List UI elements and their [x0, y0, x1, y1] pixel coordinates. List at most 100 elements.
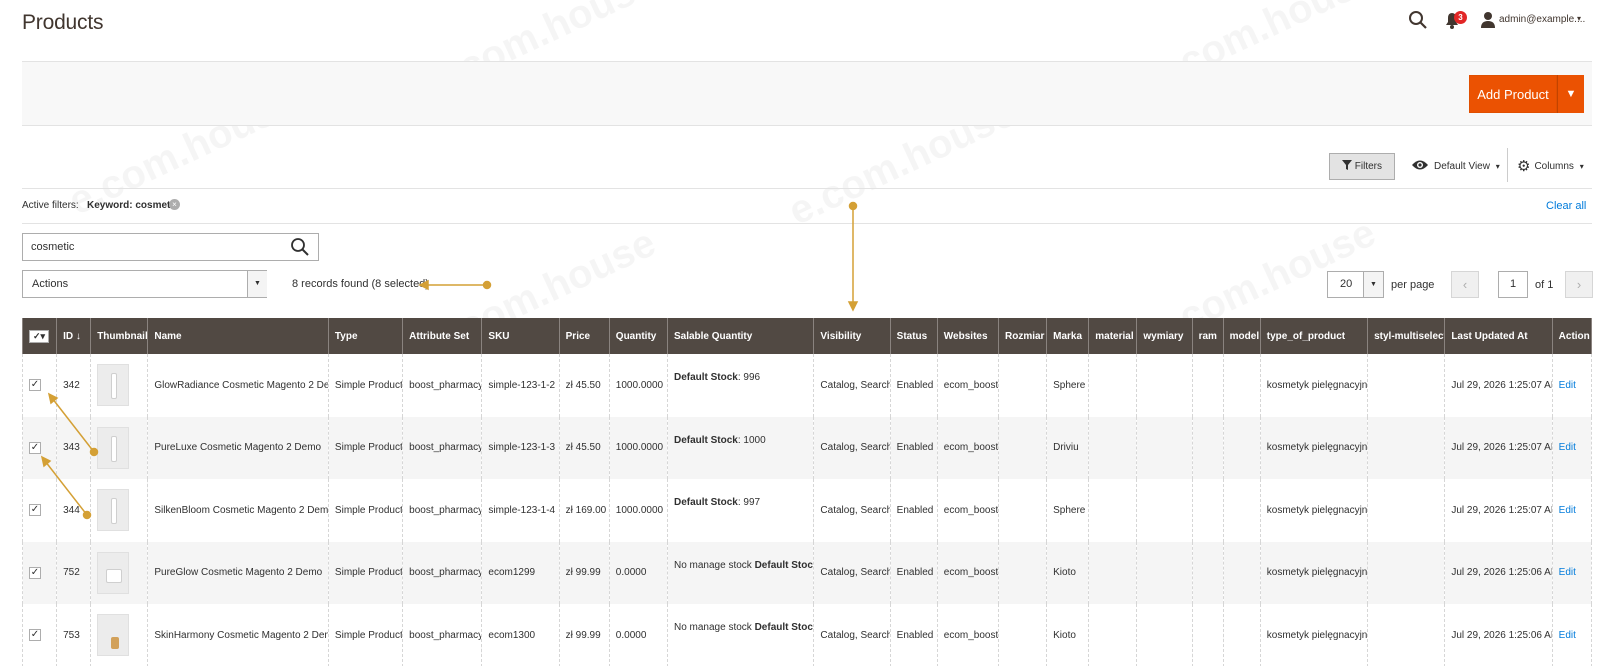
mass-actions-select[interactable]: Actions ▼ — [22, 270, 267, 298]
cell-status: Enabled — [889, 541, 938, 604]
edit-link[interactable]: Edit — [1559, 380, 1576, 391]
salable-value: : 997 — [737, 497, 761, 508]
column-header-attribute-set[interactable]: Attribute Set — [402, 318, 483, 354]
product-image — [111, 637, 120, 650]
previous-page-button[interactable]: ‹ — [1451, 271, 1479, 298]
per-page-select[interactable]: 20 ▼ — [1327, 271, 1384, 298]
clear-all-link[interactable]: Clear all — [1546, 200, 1586, 212]
column-header-thumbnail[interactable]: Thumbnail — [90, 318, 149, 354]
columns-switcher[interactable]: ⚙ Columns ▾ — [1517, 157, 1584, 177]
column-header-name[interactable]: Name — [147, 318, 329, 354]
cell-wymiary — [1136, 479, 1193, 542]
search-icon[interactable] — [1408, 10, 1428, 30]
column-header-price[interactable]: Price — [558, 318, 610, 354]
annotation-arrow — [847, 201, 859, 312]
column-header-rozmiar[interactable]: Rozmiar — [997, 318, 1048, 354]
user-menu[interactable]: admin@example.... — [1499, 14, 1585, 25]
row-checkbox-cell[interactable]: ✓ — [21, 354, 58, 417]
column-header-status[interactable]: Status — [889, 318, 938, 354]
table-row[interactable]: ✓ 752 PureGlow Cosmetic Magento 2 Demo Simp… — [21, 541, 1593, 604]
product-thumbnail[interactable] — [97, 364, 130, 407]
cell-styl-multiselect — [1367, 354, 1446, 417]
default-view-label: Default View — [1434, 161, 1490, 172]
add-product-button[interactable]: Add Product — [1469, 75, 1557, 113]
column-header-wymiary[interactable]: wymiary — [1136, 318, 1193, 354]
column-header-quantity[interactable]: Quantity — [608, 318, 668, 354]
grid-body: ✓ 342 GlowRadiance Cosmetic Magento 2 Demo… — [21, 354, 1593, 666]
cell-websites: ecom_boost — [936, 354, 999, 417]
cell-salable-quantity: No manage stock Default Stock: — [666, 604, 815, 666]
cell-styl-multiselect — [1367, 604, 1446, 666]
chevron-down-icon[interactable]: ▼ — [1363, 272, 1383, 297]
edit-link[interactable]: Edit — [1559, 442, 1576, 453]
table-row[interactable]: ✓ 753 SkinHarmony Cosmetic Magento 2 Demo S… — [21, 604, 1593, 666]
row-checkbox[interactable]: ✓ — [29, 629, 41, 642]
column-header-action[interactable]: Action — [1551, 318, 1593, 354]
chevron-down-icon[interactable]: ▼ — [247, 271, 267, 297]
column-header-type[interactable]: Type — [327, 318, 404, 354]
column-header-websites[interactable]: Websites — [936, 318, 999, 354]
keyword-search-input[interactable]: cosmetic — [22, 233, 319, 261]
user-caret-icon[interactable]: ▾ — [1577, 14, 1581, 23]
cell-last-updated: Jul 29, 2026 1:25:06 AM — [1444, 541, 1553, 604]
cell-styl-multiselect — [1367, 479, 1446, 542]
edit-link[interactable]: Edit — [1559, 630, 1576, 641]
cell-material — [1088, 354, 1138, 417]
row-checkbox-cell[interactable]: ✓ — [21, 604, 58, 666]
column-header-styl-multiselect[interactable]: styl-multiselect — [1367, 318, 1446, 354]
table-row[interactable]: ✓ 343 PureLuxe Cosmetic Magento 2 Demo Simp… — [21, 416, 1593, 479]
search-icon[interactable] — [290, 237, 310, 257]
select-all-checkbox[interactable]: ✓▾ — [21, 318, 58, 354]
cell-id: 753 — [56, 604, 92, 666]
column-header-salable-quantity[interactable]: Salable Quantity — [666, 318, 815, 354]
add-product-dropdown-button[interactable]: ▼ — [1557, 75, 1584, 113]
current-page-input[interactable]: 1 — [1498, 271, 1528, 298]
row-checkbox-cell[interactable]: ✓ — [21, 541, 58, 604]
cell-visibility: Catalog, Search — [813, 416, 891, 479]
column-header-model[interactable]: model — [1222, 318, 1261, 354]
salable-prefix: No manage stock — [673, 622, 755, 633]
column-header-material[interactable]: material — [1088, 318, 1138, 354]
column-header-id[interactable]: ID ↓ — [56, 318, 92, 354]
cell-ram — [1191, 416, 1224, 479]
cell-type: Simple Product — [327, 416, 404, 479]
cell-material — [1088, 604, 1138, 666]
row-checkbox-cell[interactable]: ✓ — [21, 479, 58, 542]
product-thumbnail[interactable] — [97, 614, 130, 657]
filters-button[interactable]: Filters — [1329, 153, 1395, 180]
cell-salable-quantity: Default Stock: 1000 — [666, 416, 815, 479]
edit-link[interactable]: Edit — [1559, 567, 1576, 578]
search-input-value[interactable]: cosmetic — [31, 241, 74, 253]
cell-name: PureLuxe Cosmetic Magento 2 Demo — [147, 416, 329, 479]
row-checkbox-cell[interactable]: ✓ — [21, 416, 58, 479]
cell-marka: Sphere — [1046, 479, 1090, 542]
column-header-type-of-product[interactable]: type_of_product — [1259, 318, 1369, 354]
columns-label: Columns — [1534, 161, 1574, 172]
toolbar-divider — [1507, 148, 1508, 182]
column-header-ram[interactable]: ram — [1191, 318, 1224, 354]
default-view-switcher[interactable]: Default View ▾ — [1412, 157, 1500, 177]
column-header-visibility[interactable]: Visibility — [813, 318, 891, 354]
cell-quantity: 0.0000 — [608, 604, 668, 666]
row-checkbox[interactable]: ✓ — [29, 504, 41, 517]
next-page-button[interactable]: › — [1565, 271, 1593, 298]
cell-action: Edit — [1551, 479, 1593, 542]
row-checkbox[interactable]: ✓ — [29, 441, 41, 454]
remove-filter-icon[interactable]: × — [169, 199, 180, 210]
product-thumbnail[interactable] — [97, 551, 130, 594]
product-thumbnail[interactable] — [97, 426, 130, 469]
row-checkbox[interactable]: ✓ — [29, 379, 41, 392]
column-header-sku[interactable]: SKU — [481, 318, 560, 354]
column-header-last-updated[interactable]: Last Updated At — [1444, 318, 1553, 354]
page-header: Products 3 admin@example.... ▾ — [0, 0, 1600, 60]
notification-badge[interactable]: 3 — [1454, 11, 1467, 24]
row-checkbox[interactable]: ✓ — [29, 566, 41, 579]
table-row[interactable]: ✓ 344 SilkenBloom Cosmetic Magento 2 Demo S… — [21, 479, 1593, 542]
edit-link[interactable]: Edit — [1559, 505, 1576, 516]
mass-actions-label: Actions — [32, 278, 69, 290]
table-row[interactable]: ✓ 342 GlowRadiance Cosmetic Magento 2 Demo… — [21, 354, 1593, 417]
column-header-marka[interactable]: Marka — [1046, 318, 1090, 354]
product-thumbnail[interactable] — [97, 489, 130, 532]
cell-type-of-product: kosmetyk pielęgnacyjny — [1259, 479, 1369, 542]
user-icon[interactable] — [1478, 10, 1498, 30]
